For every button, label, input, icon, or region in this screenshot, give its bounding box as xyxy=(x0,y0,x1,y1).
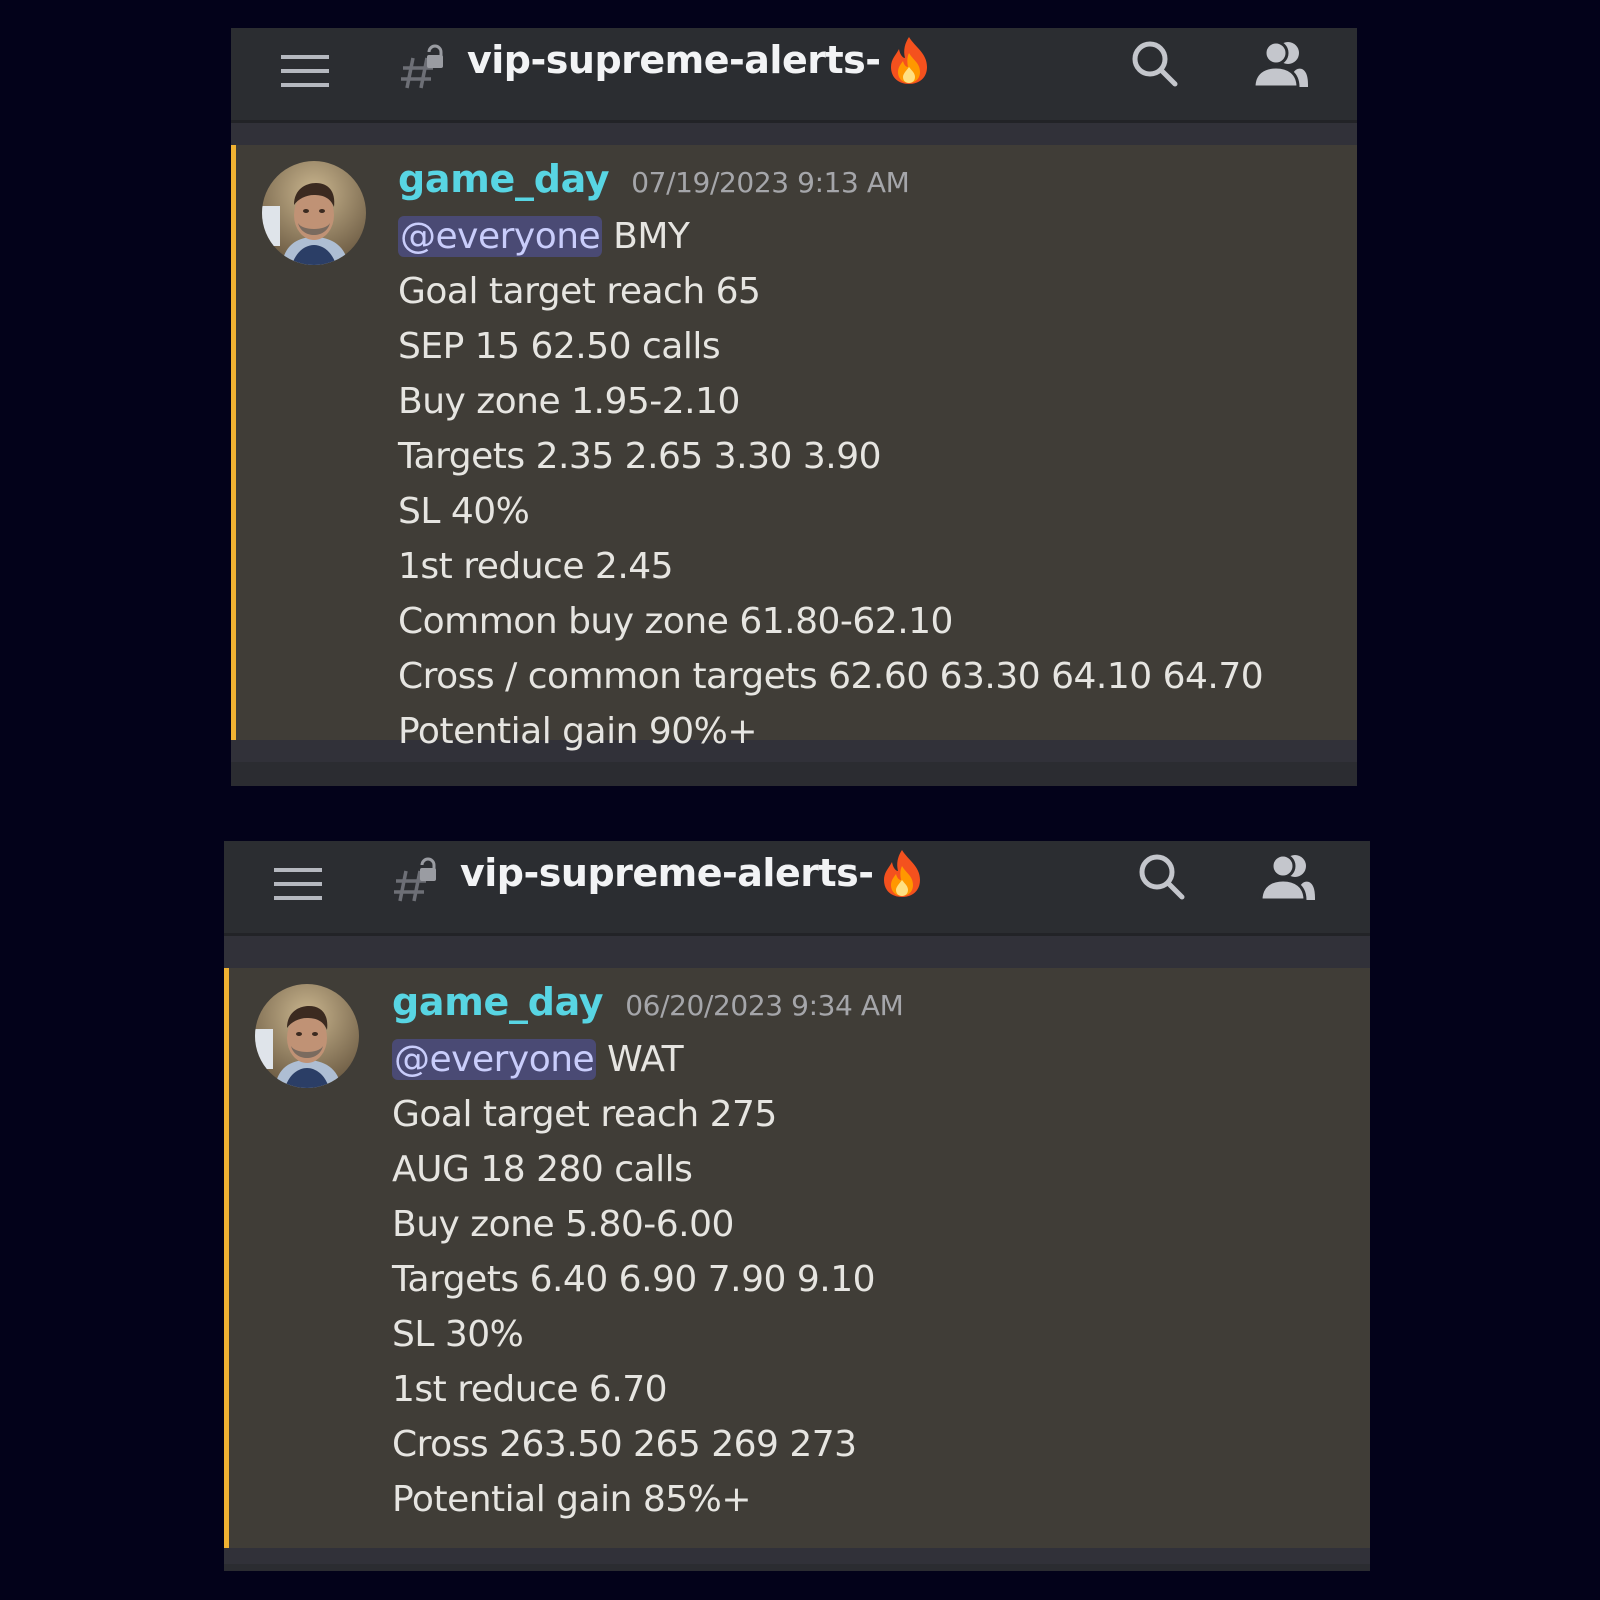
menu-button[interactable] xyxy=(277,46,333,96)
message-header: game_day 06/20/2023 9:34 AM xyxy=(392,980,1370,1032)
message-line: Potential gain 85%+ xyxy=(392,1479,752,1520)
highlighted-message[interactable]: game_day 07/19/2023 9:13 AM @everyone BM… xyxy=(231,145,1357,752)
username[interactable]: game_day xyxy=(398,157,610,201)
discord-screenshot-1: vip-supreme-alerts- game_day 07/19/2023 … xyxy=(231,28,1357,786)
search-icon xyxy=(1132,41,1178,87)
divider-strip xyxy=(224,1548,1370,1564)
message-line: Targets 6.40 6.90 7.90 9.10 xyxy=(392,1259,876,1300)
message-content: game_day 07/19/2023 9:13 AM @everyone BM… xyxy=(398,157,1357,759)
divider-strip xyxy=(224,936,1370,968)
message-line: Cross / common targets 62.60 63.30 64.10… xyxy=(398,656,1264,697)
channel-header: vip-supreme-alerts- xyxy=(231,28,1357,123)
search-button[interactable] xyxy=(1125,34,1185,94)
channel-title: vip-supreme-alerts- xyxy=(467,34,931,86)
message-line: 1st reduce 2.45 xyxy=(398,546,674,587)
message-line: Cross 263.50 265 269 273 xyxy=(392,1424,857,1465)
ticker: BMY xyxy=(613,216,690,257)
message-line: Targets 2.35 2.65 3.30 3.90 xyxy=(398,436,882,477)
timestamp: 06/20/2023 9:34 AM xyxy=(625,989,904,1022)
channel-title: vip-supreme-alerts- xyxy=(460,847,924,899)
message-line-mention: @everyone WAT xyxy=(392,1032,1370,1087)
message-line: 1st reduce 6.70 xyxy=(392,1369,668,1410)
timestamp: 07/19/2023 9:13 AM xyxy=(631,166,910,199)
channel-name: vip-supreme-alerts- xyxy=(460,851,874,895)
everyone-mention[interactable]: @everyone xyxy=(398,216,603,257)
search-icon xyxy=(1139,854,1185,900)
message-line: Buy zone 1.95-2.10 xyxy=(398,381,740,422)
avatar[interactable] xyxy=(255,984,359,1088)
channel-name: vip-supreme-alerts- xyxy=(467,38,881,82)
search-button[interactable] xyxy=(1132,847,1192,907)
message-content: game_day 06/20/2023 9:34 AM @everyone WA… xyxy=(392,980,1370,1527)
user-avatar-photo xyxy=(255,984,359,1088)
menu-button[interactable] xyxy=(270,859,326,909)
members-icon xyxy=(1259,853,1315,902)
members-icon xyxy=(1252,40,1308,89)
hamburger-menu-icon xyxy=(274,868,322,900)
discord-screenshot-2: vip-supreme-alerts- game_day 06/20/2023 … xyxy=(224,841,1370,1571)
username[interactable]: game_day xyxy=(392,980,604,1024)
locked-channel-icon-wrap xyxy=(392,853,440,905)
locked-channel-icon-wrap xyxy=(399,40,447,92)
message-line: SEP 15 62.50 calls xyxy=(398,326,721,367)
message-line: Goal target reach 275 xyxy=(392,1094,777,1135)
message-line: Goal target reach 65 xyxy=(398,271,761,312)
channel-header: vip-supreme-alerts- xyxy=(224,841,1370,936)
message-line: SL 30% xyxy=(392,1314,524,1355)
divider-strip xyxy=(231,123,1357,145)
hamburger-menu-icon xyxy=(281,55,329,87)
message-line: Buy zone 5.80-6.00 xyxy=(392,1204,734,1245)
everyone-mention[interactable]: @everyone xyxy=(392,1039,597,1080)
locked-hashtag-icon xyxy=(401,44,443,89)
members-button[interactable] xyxy=(1254,847,1320,907)
user-avatar-photo xyxy=(262,161,366,265)
fire-emoji-icon xyxy=(883,850,920,897)
members-button[interactable] xyxy=(1247,34,1313,94)
message-line: SL 40% xyxy=(398,491,530,532)
highlighted-message[interactable]: game_day 06/20/2023 9:34 AM @everyone WA… xyxy=(224,968,1370,1548)
message-line: AUG 18 280 calls xyxy=(392,1149,693,1190)
locked-hashtag-icon xyxy=(394,857,436,902)
fire-emoji-icon xyxy=(890,37,927,84)
avatar[interactable] xyxy=(262,161,366,265)
message-line: Common buy zone 61.80-62.10 xyxy=(398,601,953,642)
ticker: WAT xyxy=(607,1039,684,1080)
message-line-mention: @everyone BMY xyxy=(398,209,1357,264)
message-line: Potential gain 90%+ xyxy=(398,711,758,752)
message-header: game_day 07/19/2023 9:13 AM xyxy=(398,157,1357,209)
